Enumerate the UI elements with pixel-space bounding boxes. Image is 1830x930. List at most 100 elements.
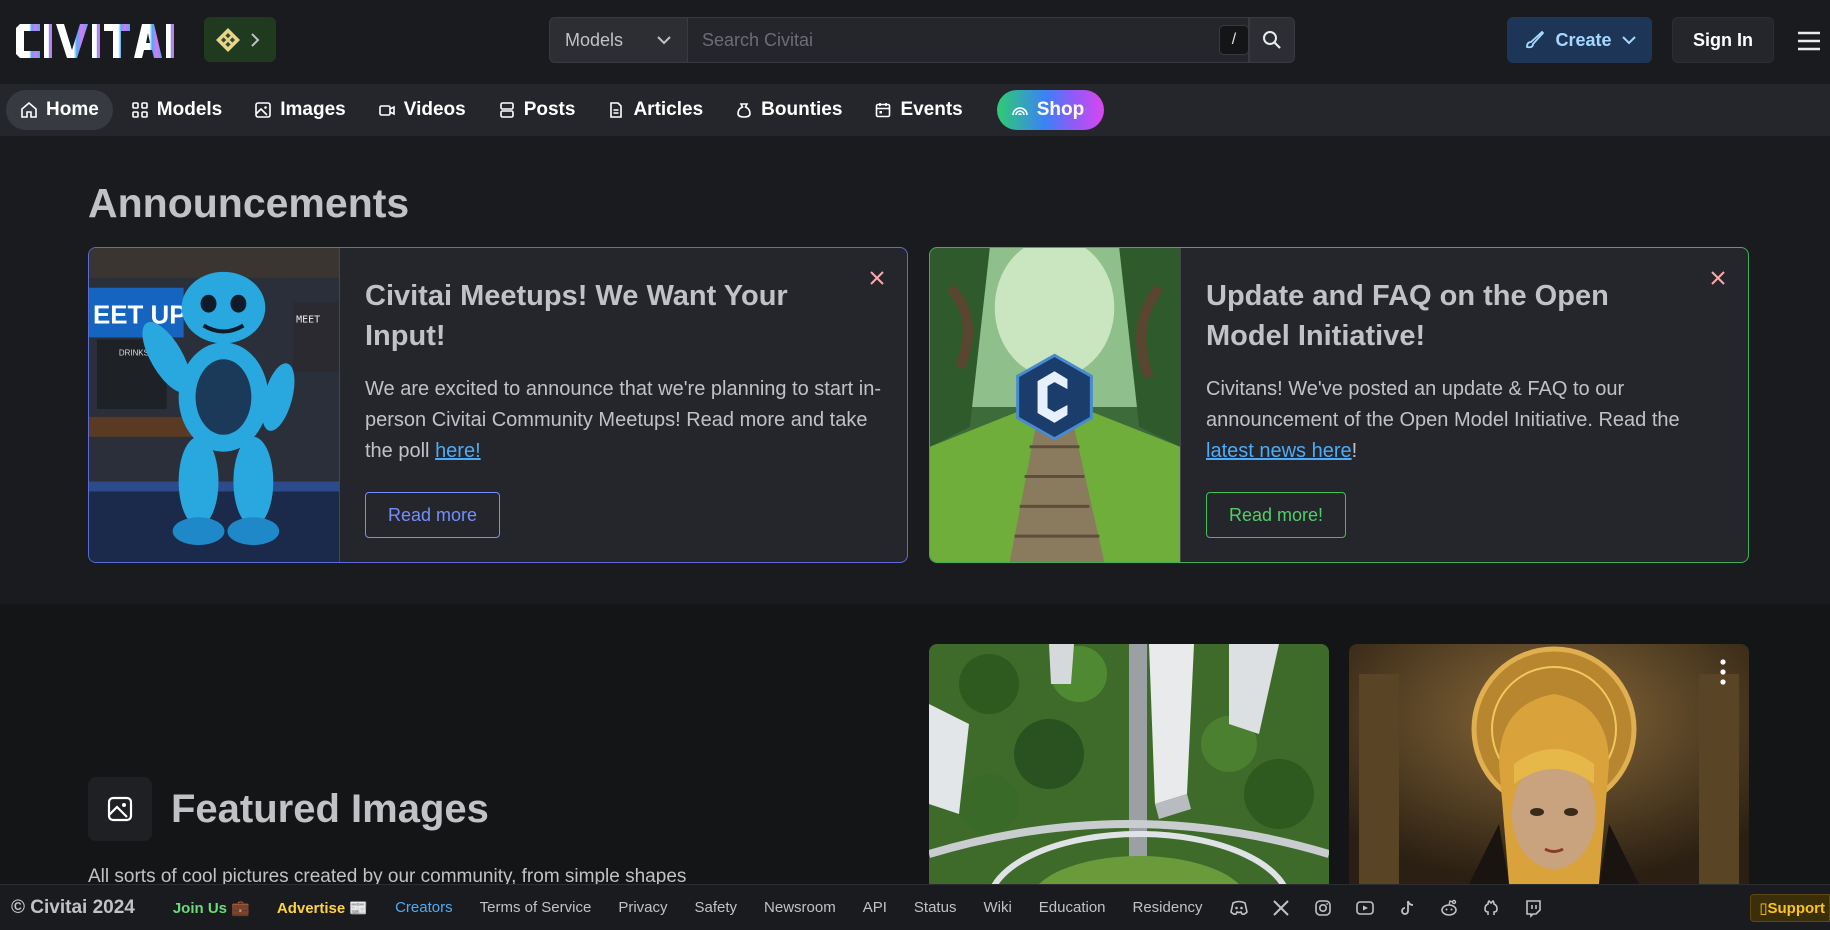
footer-link-join[interactable]: Join Us 💼 — [173, 899, 250, 917]
aerial-park-image — [929, 644, 1329, 884]
posts-icon — [499, 102, 514, 118]
announcement-link[interactable]: here! — [435, 440, 481, 462]
image-icon — [107, 796, 133, 822]
footer-link-advertise[interactable]: Advertise 📰 — [277, 899, 368, 917]
badge-icon — [216, 27, 240, 52]
copyright: © Civitai 2024 — [11, 896, 135, 918]
support-button[interactable]: ▯ Support — [1750, 894, 1830, 922]
meetup-robot-image: EET UP DRINKS MEET — [89, 248, 340, 562]
nav-label: Images — [280, 99, 346, 120]
chevron-down-icon — [657, 35, 671, 44]
announcement-text: Civitans! We've posted an update & FAQ t… — [1206, 374, 1724, 467]
svg-text:EET UP: EET UP — [93, 302, 187, 330]
chevron-right-icon — [251, 32, 260, 47]
home-icon — [21, 101, 37, 118]
announcement-text-body: Civitans! We've posted an update & FAQ t… — [1206, 378, 1680, 431]
article-icon — [610, 102, 623, 118]
header: Models / Create Sign In — [0, 0, 1830, 84]
nav-label: Articles — [633, 99, 704, 120]
golden-goddess-image — [1349, 644, 1749, 884]
create-button[interactable]: Create — [1507, 17, 1652, 63]
tiktok-icon[interactable] — [1397, 898, 1417, 918]
reddit-icon[interactable] — [1439, 898, 1459, 918]
featured-images-title: Featured Images — [171, 787, 489, 831]
support-icon: ▯ — [1759, 900, 1768, 917]
nav-label: Home — [46, 99, 99, 120]
footer-link-wiki[interactable]: Wiki — [983, 899, 1011, 916]
rainbow-icon — [1011, 107, 1028, 116]
svg-text:DRINKS: DRINKS — [119, 348, 149, 357]
nav-label: Posts — [523, 99, 576, 120]
footer-link-newsroom[interactable]: Newsroom — [764, 899, 836, 916]
announcement-text: We are excited to announce that we're pl… — [365, 374, 883, 467]
footer-link-education[interactable]: Education — [1039, 899, 1106, 916]
video-icon — [378, 105, 395, 116]
nav-posts[interactable]: Posts — [484, 90, 590, 130]
read-more-button[interactable]: Read more — [365, 492, 501, 538]
footer-link-privacy[interactable]: Privacy — [618, 899, 667, 916]
footer-link-safety[interactable]: Safety — [695, 899, 738, 916]
nav-videos[interactable]: Videos — [364, 90, 480, 130]
close-icon[interactable] — [1708, 268, 1728, 288]
civitai-logo[interactable] — [16, 24, 190, 58]
announcements-title: Announcements — [88, 180, 410, 226]
grid-icon — [131, 102, 148, 118]
image-icon — [255, 102, 272, 118]
github-icon[interactable] — [1481, 898, 1501, 918]
search-type-select[interactable]: Models — [549, 17, 687, 63]
nav-shop[interactable]: Shop — [996, 90, 1105, 130]
nav-images[interactable]: Images — [240, 90, 359, 130]
announcement-body: Update and FAQ on the Open Model Initiat… — [1181, 248, 1748, 562]
twitch-icon[interactable] — [1523, 898, 1543, 918]
chevron-down-icon — [1621, 35, 1636, 44]
nav-events[interactable]: Events — [860, 90, 976, 130]
announcement-title: Civitai Meetups! We Want Your Input! — [365, 280, 788, 352]
footer-link-residency[interactable]: Residency — [1133, 899, 1203, 916]
calendar-icon — [876, 103, 891, 118]
instagram-icon[interactable] — [1313, 898, 1333, 918]
footer-link-api[interactable]: API — [863, 899, 887, 916]
logo-badge-button[interactable] — [204, 17, 276, 62]
featured-image-card[interactable] — [1349, 644, 1749, 884]
hamburger-menu-icon[interactable] — [1796, 28, 1822, 54]
search-bar: Models / — [549, 17, 1295, 63]
announcement-card-omi: Update and FAQ on the Open Model Initiat… — [929, 247, 1749, 563]
create-label: Create — [1555, 29, 1612, 50]
nav-shop-label: Shop — [1036, 99, 1085, 120]
footer: © Civitai 2024 Join Us 💼 Advertise 📰 Cre… — [0, 884, 1830, 930]
moneybag-icon — [737, 103, 751, 118]
nav-bounties[interactable]: Bounties — [721, 90, 856, 130]
footer-link-terms[interactable]: Terms of Service — [480, 899, 592, 916]
nav-articles[interactable]: Articles — [593, 90, 717, 130]
search-input[interactable] — [687, 17, 1249, 63]
brush-icon — [1526, 30, 1545, 49]
read-more-button[interactable]: Read more! — [1206, 492, 1347, 538]
announcement-link[interactable]: latest news here — [1206, 440, 1352, 462]
sign-in-button[interactable]: Sign In — [1672, 17, 1774, 63]
forest-path-image — [930, 248, 1181, 562]
featured-icon-box — [88, 777, 152, 841]
search-type-label: Models — [565, 29, 624, 50]
nav-models[interactable]: Models — [117, 90, 236, 130]
close-icon[interactable] — [867, 268, 887, 288]
nav-home[interactable]: Home — [6, 90, 113, 130]
more-options-icon[interactable] — [1719, 658, 1727, 686]
announcement-text-tail: ! — [1351, 440, 1358, 462]
youtube-icon[interactable] — [1355, 898, 1375, 918]
footer-link-creators[interactable]: Creators — [395, 899, 453, 916]
announcements-section: Announcements EET UP DRINKS MEET Civitai… — [0, 136, 1830, 604]
nav-label: Videos — [403, 99, 466, 120]
footer-link-status[interactable]: Status — [914, 899, 957, 916]
search-icon — [1263, 31, 1281, 49]
announcement-body: Civitai Meetups! We Want Your Input! We … — [340, 248, 907, 562]
search-button[interactable] — [1249, 17, 1295, 63]
featured-images-section: Featured Images All sorts of cool pictur… — [0, 604, 1830, 887]
nav-label: Events — [900, 99, 963, 120]
featured-image-card[interactable] — [929, 644, 1329, 884]
main-nav: Home Models Images Videos Posts Articles… — [0, 84, 1830, 136]
support-label: Support — [1767, 899, 1826, 917]
nav-label: Models — [156, 99, 223, 120]
x-icon[interactable] — [1271, 898, 1291, 918]
announcement-card-meetups: EET UP DRINKS MEET Civitai Meetups! We W… — [88, 247, 908, 563]
discord-icon[interactable] — [1229, 898, 1249, 918]
